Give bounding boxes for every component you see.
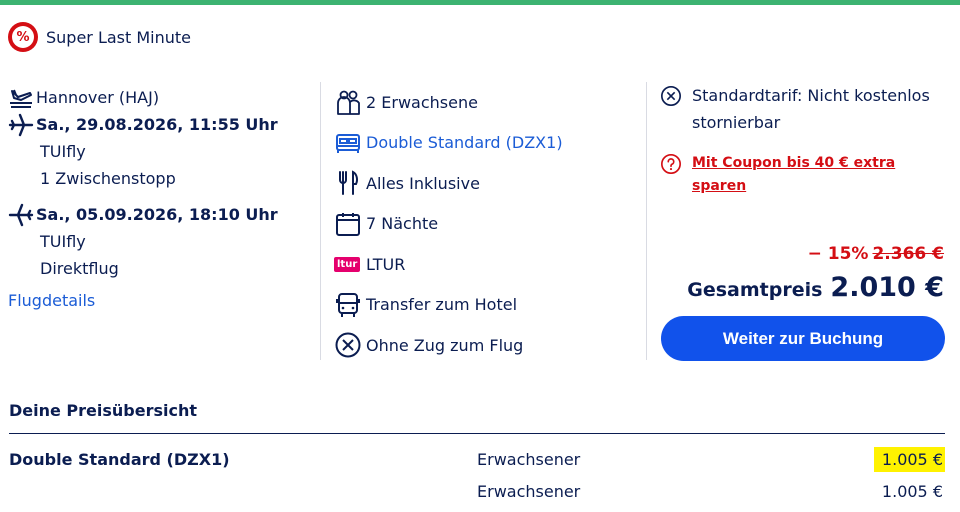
- flight-details-link[interactable]: Flugdetails: [8, 291, 308, 310]
- price-row-amount: 1.005 €: [881, 482, 943, 501]
- coupon-row: Mit Coupon bis 40 € extra sparen: [660, 152, 950, 198]
- departure-airport: Hannover (HAJ): [36, 88, 160, 107]
- calendar-icon: [334, 210, 366, 238]
- continue-booking-button[interactable]: Weiter zur Buchung: [661, 316, 945, 361]
- nights-row: 7 Nächte: [334, 204, 634, 245]
- package-info: 2 Erwachsene Double Standard (DZX1) Alle…: [334, 82, 634, 366]
- bus-icon: [334, 291, 366, 319]
- operator-row: ltur LTUR: [334, 244, 634, 285]
- transfer-row: Transfer zum Hotel: [334, 285, 634, 326]
- operator: LTUR: [366, 254, 406, 274]
- travellers: 2 Erwachsene: [366, 92, 478, 112]
- tariff-row: Standardtarif: Nicht kostenlos stornierb…: [660, 82, 950, 136]
- top-accent-bar: [0, 0, 960, 5]
- cutlery-icon: [334, 169, 366, 197]
- cross-circle-icon: [334, 331, 366, 359]
- question-circle-icon[interactable]: [660, 152, 692, 179]
- ltur-logo: ltur: [334, 250, 366, 278]
- discount-info: − 15% 2.366 €: [808, 244, 944, 264]
- super-last-minute-badge: % Super Last Minute: [8, 22, 191, 52]
- inbound-airline: TUIfly: [40, 232, 86, 251]
- column-divider: [320, 82, 321, 360]
- coupon-link[interactable]: Mit Coupon bis 40 € extra sparen: [692, 152, 950, 198]
- percent-icon: %: [8, 22, 38, 52]
- discount-percent: − 15%: [807, 244, 869, 264]
- column-divider: [646, 82, 647, 360]
- price-overview-title: Deine Preisübersicht: [9, 401, 198, 420]
- price-row-type: Erwachsener: [477, 482, 581, 501]
- cross-circle-icon: [660, 82, 692, 115]
- total-price: Gesamtpreis 2.010 €: [687, 272, 944, 303]
- total-value: 2.010 €: [830, 272, 944, 303]
- plane-inbound-icon: [8, 202, 36, 228]
- total-label: Gesamtpreis: [687, 279, 823, 301]
- people-icon: [334, 88, 366, 116]
- train-info: Ohne Zug zum Flug: [366, 335, 524, 355]
- outbound-row: Sa., 29.08.2026, 11:55 Uhr: [8, 111, 308, 138]
- board-type: Alles Inklusive: [366, 173, 480, 193]
- outbound-airline: TUIfly: [40, 142, 86, 161]
- table-row: Erwachsener 1.005 €: [9, 478, 945, 506]
- board-row: Alles Inklusive: [334, 163, 634, 204]
- plane-outbound-icon: [8, 112, 36, 138]
- inbound-datetime: Sa., 05.09.2026, 18:10 Uhr: [36, 205, 278, 224]
- departure-airport-row: Hannover (HAJ): [8, 84, 308, 111]
- table-row: Double Standard (DZX1) Erwachsener 1.005…: [9, 446, 945, 474]
- overview-divider: [9, 433, 945, 434]
- room-row[interactable]: Double Standard (DZX1): [334, 123, 634, 164]
- price-row-type: Erwachsener: [477, 450, 581, 469]
- price-row-amount: 1.005 €: [873, 447, 945, 472]
- transfer: Transfer zum Hotel: [366, 295, 518, 315]
- flight-info: Hannover (HAJ) Sa., 29.08.2026, 11:55 Uh…: [8, 84, 308, 310]
- room-type-link[interactable]: Double Standard (DZX1): [366, 133, 563, 152]
- outbound-datetime: Sa., 29.08.2026, 11:55 Uhr: [36, 115, 278, 134]
- departure-icon: [8, 85, 36, 111]
- nights: 7 Nächte: [366, 214, 439, 234]
- price-row-name: Double Standard (DZX1): [9, 450, 230, 469]
- bed-icon: [334, 129, 366, 157]
- old-price: 2.366 €: [872, 244, 944, 264]
- tariff-text: Standardtarif: Nicht kostenlos stornierb…: [692, 86, 930, 132]
- badge-label: Super Last Minute: [46, 27, 192, 47]
- inbound-row: Sa., 05.09.2026, 18:10 Uhr: [8, 201, 308, 228]
- inbound-stops: Direktflug: [40, 259, 119, 278]
- outbound-stops: 1 Zwischenstopp: [40, 169, 176, 188]
- train-row: Ohne Zug zum Flug: [334, 325, 634, 366]
- booking-info: Standardtarif: Nicht kostenlos stornierb…: [660, 82, 950, 198]
- travellers-row: 2 Erwachsene: [334, 82, 634, 123]
